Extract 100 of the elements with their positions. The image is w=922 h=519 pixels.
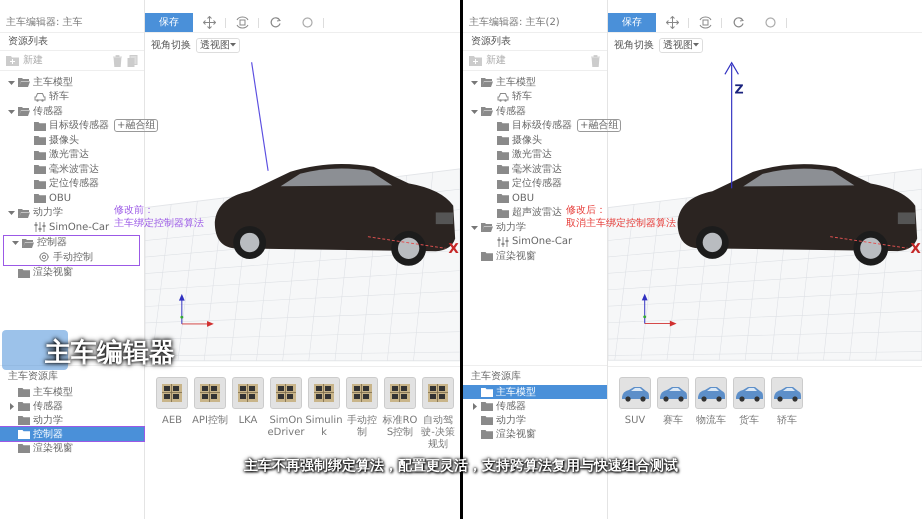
- caret-down-icon[interactable]: [471, 224, 478, 231]
- asset-tile[interactable]: [384, 377, 416, 409]
- rotate-view-icon[interactable]: [698, 16, 712, 29]
- tree-item[interactable]: 轿车: [0, 90, 69, 104]
- fusion-group-tag[interactable]: +融合组: [114, 119, 158, 132]
- folder-icon: [18, 443, 30, 453]
- tree-item[interactable]: 毫米波雷达: [0, 162, 99, 176]
- caret-down-icon[interactable]: [471, 78, 478, 86]
- folder-icon: [497, 120, 509, 131]
- tree-label: 激光雷达: [49, 148, 89, 162]
- tree-item[interactable]: OBU: [0, 191, 72, 206]
- view-select[interactable]: 透视图: [196, 38, 240, 52]
- fusion-group-tag[interactable]: +融合组: [577, 119, 622, 132]
- asset-tile[interactable]: [346, 377, 378, 409]
- caret-down-icon[interactable]: [8, 78, 15, 86]
- caret-down-icon[interactable]: [8, 108, 15, 115]
- asset-tile[interactable]: [194, 377, 226, 409]
- library-item[interactable]: 渲染视窗: [0, 441, 144, 455]
- tree-item[interactable]: SimOne-Car: [0, 220, 110, 234]
- caret-right-icon[interactable]: [8, 402, 15, 410]
- asset-label: 货车: [738, 415, 760, 427]
- folder-open-icon: [18, 208, 30, 218]
- tree-label: SimOne-Car: [512, 235, 572, 250]
- tree-item[interactable]: 主车模型: [0, 75, 73, 90]
- tree-item[interactable]: OBU: [463, 191, 534, 206]
- asset-tile[interactable]: [657, 377, 689, 409]
- asset-label: 自动驾驶-决策规划: [420, 415, 456, 451]
- tree-item[interactable]: 激光雷达: [463, 148, 552, 162]
- asset-tile[interactable]: [695, 377, 727, 409]
- tree-label: 传感器: [496, 104, 526, 119]
- library-item[interactable]: 主车模型: [0, 385, 144, 399]
- rotate-view-icon[interactable]: [236, 16, 248, 29]
- folder-icon: [497, 164, 509, 174]
- caret-down-icon[interactable]: [8, 209, 15, 216]
- asset-tile[interactable]: [156, 377, 188, 409]
- tree-item[interactable]: 传感器: [463, 104, 526, 118]
- tree-item[interactable]: 动力学: [463, 220, 526, 234]
- tree-item[interactable]: 目标级传感器 +融合组: [0, 118, 158, 133]
- asset-tile[interactable]: [619, 377, 651, 409]
- circle-icon[interactable]: [300, 16, 314, 29]
- caret-down-icon: [693, 43, 699, 47]
- move-icon[interactable]: [666, 16, 678, 29]
- folder-open-icon: [481, 106, 493, 116]
- library-item[interactable]: 动力学: [463, 413, 607, 427]
- tree-item[interactable]: 手动控制: [4, 250, 93, 264]
- x-axis-label: X: [448, 241, 459, 258]
- tree-item[interactable]: 激光雷达: [0, 148, 89, 162]
- tree-item[interactable]: SimOne-Car: [463, 234, 572, 249]
- caret-down-icon[interactable]: [471, 108, 478, 115]
- asset-tile[interactable]: [232, 377, 264, 409]
- library-item[interactable]: 控制器: [0, 427, 144, 441]
- folder-open-icon: [481, 222, 493, 232]
- caret-right-icon[interactable]: [471, 402, 478, 410]
- tree-label: 目标级传感器: [512, 118, 572, 134]
- tree-item[interactable]: 定位传感器: [0, 176, 99, 191]
- library-item[interactable]: 主车模型: [463, 385, 607, 399]
- tree-label: 激光雷达: [512, 148, 552, 162]
- tree-item[interactable]: 传感器: [0, 104, 63, 118]
- view-select[interactable]: 透视图: [659, 38, 703, 52]
- caret-down-icon[interactable]: [12, 239, 19, 246]
- folder-icon: [481, 415, 493, 425]
- tree-item[interactable]: 渲染视窗: [0, 266, 73, 280]
- tree-item[interactable]: 渲染视窗: [463, 249, 536, 264]
- tree-item[interactable]: 摄像头: [463, 133, 542, 148]
- asset-tile[interactable]: [771, 377, 803, 409]
- refresh-icon[interactable]: [268, 16, 282, 29]
- library-item[interactable]: 传感器: [0, 399, 144, 413]
- sliders-icon: [497, 236, 509, 247]
- tree-item[interactable]: 摄像头: [0, 133, 79, 148]
- folder-icon: [497, 178, 509, 189]
- tree-item[interactable]: 目标级传感器 +融合组: [463, 118, 622, 133]
- save-button[interactable]: 保存: [145, 13, 193, 32]
- asset-label: 物流车: [695, 415, 727, 427]
- asset-tile[interactable]: [308, 377, 340, 409]
- library-item[interactable]: 传感器: [463, 399, 607, 413]
- tree-label: 控制器: [37, 236, 67, 250]
- asset-label: 手动控制: [346, 415, 378, 439]
- refresh-icon[interactable]: [732, 16, 744, 29]
- tree-item[interactable]: 毫米波雷达: [463, 162, 562, 176]
- circle-icon[interactable]: [764, 16, 776, 29]
- tree-label: 主车模型: [496, 76, 536, 90]
- tree-label: SimOne-Car: [49, 220, 110, 235]
- folder-open-icon: [18, 77, 30, 88]
- tree-label: 摄像头: [49, 134, 79, 148]
- tree-item[interactable]: 轿车: [463, 90, 532, 104]
- asset-tile[interactable]: [270, 377, 302, 409]
- tree-item[interactable]: 控制器: [4, 236, 67, 250]
- asset-tile[interactable]: [733, 377, 765, 409]
- tree-item[interactable]: 超声波雷达: [463, 206, 562, 220]
- asset-tile[interactable]: [422, 377, 454, 409]
- library-item[interactable]: 渲染视窗: [463, 427, 607, 441]
- tree-item[interactable]: 主车模型: [463, 75, 536, 90]
- asset-label: API控制: [191, 415, 229, 427]
- tree-item[interactable]: 定位传感器: [463, 176, 562, 191]
- circuit-board-icon: [199, 383, 221, 403]
- save-button[interactable]: 保存: [608, 13, 656, 32]
- tree-item[interactable]: 动力学: [0, 206, 63, 220]
- move-icon[interactable]: [202, 16, 216, 29]
- library-item[interactable]: 动力学: [0, 413, 144, 427]
- folder-icon: [481, 401, 493, 411]
